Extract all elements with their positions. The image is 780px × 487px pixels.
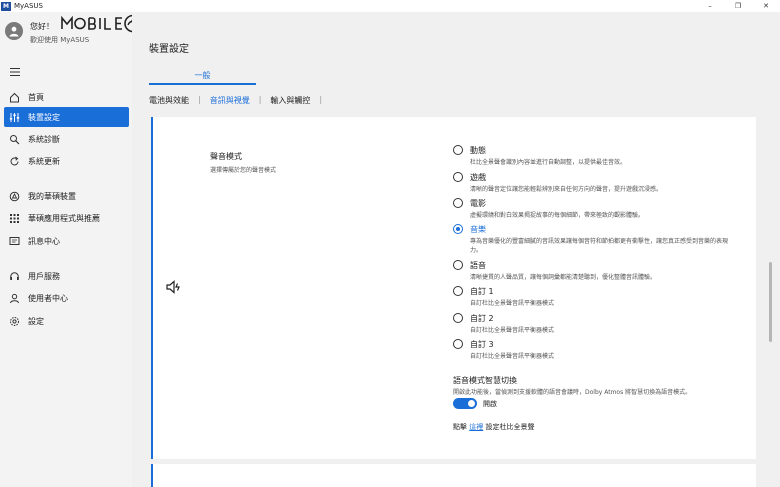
option-description: 清晰的聲音定位讓您能輕鬆辨別來自任何方向的聲音，提升遊戲沉浸感。	[470, 186, 663, 193]
app-title: MyASUS	[14, 2, 43, 10]
radio-button[interactable]	[453, 145, 463, 155]
radio-button[interactable]	[453, 339, 463, 349]
sound-mode-title: 聲音模式	[210, 152, 242, 161]
smart-switch-title: 語音模式智慧切換	[453, 376, 517, 385]
app-logo: M	[1, 1, 11, 11]
user-avatar-icon	[9, 26, 19, 37]
category-tabs: 電池與效能 | 音訊與視覺 | 輸入與觸控 |	[149, 95, 331, 106]
subtab-underline	[149, 83, 256, 85]
sidebar-item-update[interactable]: 系統更新	[4, 151, 129, 171]
title-bar: M MyASUS – ❐ ✕	[0, 0, 780, 12]
diagnosis-icon	[9, 134, 20, 145]
speaker-icon	[166, 280, 180, 294]
tab-input-touch[interactable]: 輸入與觸控	[270, 95, 310, 106]
sidebar-item-label: 系統診斷	[28, 134, 60, 144]
option-label: 語音	[470, 261, 486, 270]
option-description: 杜比全景聲會識別內容並進行自動調整，以提供最佳音效。	[470, 159, 627, 166]
tab-battery-performance[interactable]: 電池與效能	[149, 95, 189, 106]
user-welcome: 歡迎使用 MyASUS	[30, 36, 90, 44]
radio-button[interactable]	[453, 172, 463, 182]
tab-divider: |	[319, 95, 323, 104]
minimize-button[interactable]: –	[696, 0, 724, 12]
option-description: 專為音樂優化的豐富細膩的音訊效果讓每個音符和節拍都更有衝擊性，讓您真正感受到音樂…	[470, 238, 729, 254]
toggle-label: 開啟	[483, 400, 497, 408]
option-label: 動態	[470, 146, 486, 155]
sidebar-item-user-center[interactable]: 使用者中心	[4, 288, 129, 308]
footer-prefix: 點擊	[453, 423, 467, 431]
sidebar-item-device-settings[interactable]: 裝置設定	[4, 107, 129, 127]
maximize-button[interactable]: ❐	[724, 0, 752, 12]
apps-grid-icon	[9, 213, 20, 224]
sidebar-item-settings[interactable]: 設定	[4, 311, 129, 331]
next-settings-card	[151, 464, 756, 487]
gear-icon	[9, 316, 20, 327]
option-description: 虛擬環繞和對白效果揭捉故事的每個細節，帶來極致的觀影體驗。	[470, 212, 645, 219]
headset-icon	[9, 271, 20, 282]
sidebar-item-support[interactable]: 用戶服務	[4, 266, 129, 286]
close-button[interactable]: ✕	[752, 0, 780, 12]
sidebar-item-label: 我的華碩裝置	[28, 191, 76, 201]
window-controls: – ❐ ✕	[696, 0, 780, 12]
option-label: 自訂 3	[470, 340, 494, 349]
radio-button[interactable]	[453, 286, 463, 296]
sidebar-item-label: 系統更新	[28, 156, 60, 166]
sidebar-item-my-devices[interactable]: 我的華碩裝置	[4, 186, 129, 206]
footer-suffix: 設定杜比全景聲	[485, 423, 535, 431]
sidebar-item-label: 使用者中心	[28, 293, 68, 303]
radio-button[interactable]	[453, 313, 463, 323]
smart-switch-toggle[interactable]	[453, 398, 477, 409]
message-icon	[9, 236, 20, 247]
option-description: 清晰捷貫的人聲品質，讓每個詞彙都能清楚聽到，優化整體音訊體驗。	[470, 274, 657, 281]
dolby-settings-line: 點擊 這裡 設定杜比全景聲	[453, 422, 534, 432]
page-title: 裝置設定	[149, 44, 189, 55]
option-label: 自訂 1	[470, 287, 494, 296]
option-label: 電影	[470, 199, 486, 208]
sidebar-item-apps[interactable]: 華碩應用程式與推薦	[4, 208, 129, 228]
main-content: 裝置設定 一般 電池與效能 | 音訊與視覺 | 輸入與觸控 | 聲音模式 選擇傳…	[132, 12, 780, 487]
option-label: 自訂 2	[470, 314, 494, 323]
sidebar-item-home[interactable]: 首頁	[4, 87, 129, 107]
vertical-scrollbar[interactable]	[769, 262, 772, 342]
user-icon	[9, 293, 20, 304]
radio-button[interactable]	[453, 198, 463, 208]
sidebar: 您好！ 歡迎使用 MyASUS 首頁 裝置設定 系統診斷 系統更新 我的華碩裝置…	[0, 12, 142, 487]
radio-button[interactable]	[453, 260, 463, 270]
hamburger-menu-icon[interactable]	[9, 67, 21, 77]
sidebar-item-label: 首頁	[28, 92, 44, 102]
tab-divider: |	[198, 95, 201, 104]
sidebar-item-label: 華碩應用程式與推薦	[28, 213, 100, 223]
tab-divider: |	[258, 95, 262, 104]
device-icon	[9, 191, 20, 202]
avatar[interactable]	[5, 22, 23, 40]
sliders-icon	[9, 112, 20, 123]
sidebar-item-label: 裝置設定	[28, 112, 60, 122]
sidebar-item-label: 訊息中心	[28, 236, 60, 246]
subtab-general[interactable]: 一般	[149, 70, 256, 81]
home-icon	[9, 92, 20, 103]
dolby-settings-link[interactable]: 這裡	[469, 423, 483, 431]
smart-switch-description: 開啟此功能後，當偵測到支援軟體的語音會議時，Dolby Atmos 將智慧切換為…	[453, 389, 692, 396]
sidebar-item-diagnosis[interactable]: 系統診斷	[4, 129, 129, 149]
update-icon	[9, 156, 20, 167]
option-description: 自訂杜比全景聲音訊平衡器模式	[470, 327, 555, 334]
option-label: 音樂	[470, 225, 486, 234]
radio-button-checked[interactable]	[453, 224, 463, 234]
option-label: 遊戲	[470, 173, 486, 182]
option-description: 自訂杜比全景聲音訊平衡器模式	[470, 353, 555, 360]
sidebar-item-messages[interactable]: 訊息中心	[4, 231, 129, 251]
sound-mode-card: 聲音模式 選擇傳屬於您的聲音模式 動態 杜比全景聲會識別內容並進行自動調整，以提…	[151, 117, 756, 459]
sound-mode-description: 選擇傳屬於您的聲音模式	[210, 167, 277, 174]
sidebar-item-label: 用戶服務	[28, 271, 60, 281]
option-description: 自訂杜比全景聲音訊平衡器模式	[470, 300, 555, 307]
sidebar-item-label: 設定	[28, 316, 44, 326]
tab-audio-visual[interactable]: 音訊與視覺	[210, 95, 250, 106]
